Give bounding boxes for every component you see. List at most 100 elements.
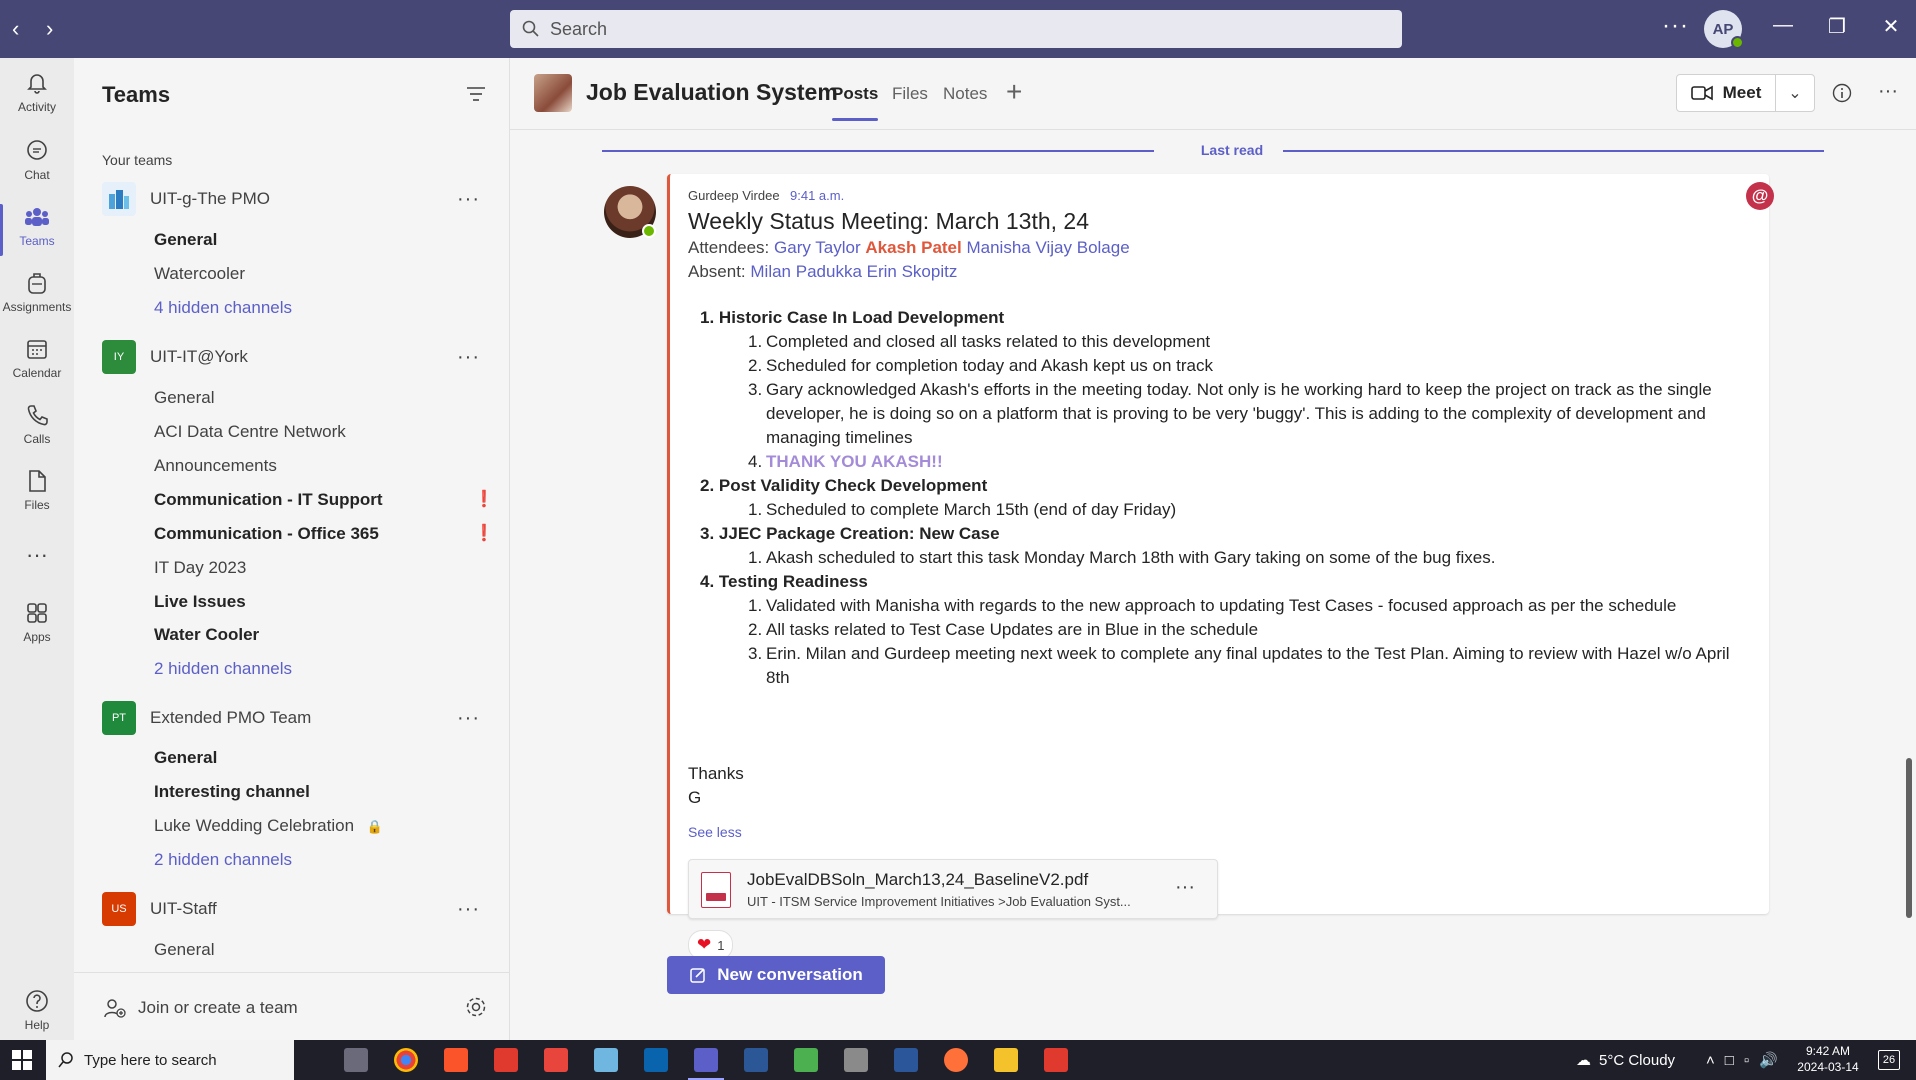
outlook-icon[interactable]: [644, 1048, 668, 1072]
channel-luke-wedding-celebration[interactable]: Luke Wedding Celebration 🔒: [154, 816, 383, 836]
hidden-channels-link[interactable]: 2 hidden channels: [154, 850, 292, 870]
app-icon[interactable]: [744, 1048, 768, 1072]
app-icon[interactable]: [494, 1048, 518, 1072]
attachment-path: UIT - ITSM Service Improvement Initiativ…: [747, 894, 1131, 909]
list-item-text: All tasks related to Test Case Updates a…: [766, 620, 1259, 639]
word-icon[interactable]: [894, 1048, 918, 1072]
rail-assignments[interactable]: Assignments: [0, 270, 74, 314]
search-placeholder: Search: [550, 18, 608, 39]
teams-taskbar-icon[interactable]: [688, 1048, 724, 1080]
rail-calendar[interactable]: Calendar: [0, 336, 74, 380]
gear-icon[interactable]: [464, 995, 488, 1019]
hidden-channels-link[interactable]: 2 hidden channels: [154, 659, 292, 679]
app-icon[interactable]: [1044, 1048, 1068, 1072]
chrome-icon[interactable]: [394, 1048, 418, 1072]
tab-files[interactable]: Files: [892, 84, 928, 104]
post-author[interactable]: Gurdeep Virdee: [688, 188, 780, 203]
channel-general[interactable]: General: [154, 748, 217, 768]
weather-text: 5°C Cloudy: [1599, 1051, 1676, 1069]
rail-apps[interactable]: Apps: [0, 600, 74, 644]
file-explorer-icon[interactable]: [994, 1048, 1018, 1072]
author-avatar[interactable]: [604, 186, 656, 238]
mention-link[interactable]: Erin Skopitz: [867, 262, 958, 281]
closing-thanks: Thanks: [688, 764, 744, 783]
rail-teams[interactable]: Teams: [0, 204, 74, 256]
attachment-card[interactable]: JobEvalDBSoln_March13,24_BaselineV2.pdf …: [688, 859, 1218, 919]
weather-widget[interactable]: ☁ 5°C Cloudy: [1576, 1040, 1675, 1080]
rail-files[interactable]: Files: [0, 468, 74, 512]
channel-more-icon[interactable]: ···: [1878, 80, 1898, 103]
taskbar-clock[interactable]: 9:42 AM 2024-03-14: [1788, 1043, 1868, 1075]
channel-aci-data-centre-network[interactable]: ACI Data Centre Network: [154, 422, 346, 442]
channel-watercooler[interactable]: Watercooler: [154, 264, 245, 284]
channel-live-issues[interactable]: Live Issues: [154, 592, 246, 612]
taskbar-search-input[interactable]: Type here to search: [46, 1040, 294, 1080]
team-more-icon[interactable]: ···: [457, 346, 480, 369]
team-avatar: US: [102, 892, 136, 926]
more-apps-icon[interactable]: ···: [0, 542, 74, 568]
closing-signature: G: [688, 788, 702, 807]
meet-dropdown-chevron-down-icon[interactable]: ⌄: [1775, 74, 1815, 112]
team-uit-staff[interactable]: US UIT-Staff ···: [102, 892, 502, 926]
channel-general[interactable]: General: [154, 940, 214, 960]
team-extended-pmo-team[interactable]: PT Extended PMO Team ···: [102, 701, 502, 735]
mention-link[interactable]: Milan Padukka: [750, 262, 862, 281]
back-icon[interactable]: ‹: [12, 16, 19, 42]
channel-general[interactable]: General: [154, 230, 217, 250]
team-more-icon[interactable]: ···: [457, 898, 480, 921]
user-avatar[interactable]: AP: [1704, 10, 1744, 49]
app-icon[interactable]: [844, 1048, 868, 1072]
hidden-channels-link[interactable]: 4 hidden channels: [154, 298, 292, 318]
team-more-icon[interactable]: ···: [457, 188, 480, 211]
join-or-create-team-button[interactable]: Join or create a team: [104, 997, 298, 1019]
close-icon[interactable]: ✕: [1876, 14, 1906, 39]
filter-icon[interactable]: [466, 86, 486, 102]
firefox-icon[interactable]: [944, 1048, 968, 1072]
app-icon[interactable]: [794, 1048, 818, 1072]
settings-more-icon[interactable]: ···: [1662, 12, 1689, 40]
list-item-text: Validated with Manisha with regards to t…: [766, 596, 1677, 615]
forward-icon[interactable]: ›: [46, 16, 53, 42]
rail-activity[interactable]: Activity: [0, 70, 74, 114]
channel-water-cooler[interactable]: Water Cooler: [154, 625, 259, 645]
team-more-icon[interactable]: ···: [457, 707, 480, 730]
post-card[interactable]: Gurdeep Virdee 9:41 a.m. Weekly Status M…: [667, 174, 1769, 960]
system-tray-icons[interactable]: ˄□▫🔊: [1706, 1040, 1788, 1080]
add-tab-icon[interactable]: +: [1006, 76, 1022, 108]
channel-communication-office-365[interactable]: Communication - Office 365: [154, 524, 379, 544]
rail-calls[interactable]: Calls: [0, 402, 74, 446]
channel-general[interactable]: General: [154, 388, 214, 408]
search-input[interactable]: Search: [510, 10, 1402, 48]
rail-chat[interactable]: Chat: [0, 138, 74, 182]
team-uit-it-york[interactable]: IY UIT-IT@York ···: [102, 340, 502, 374]
tab-posts[interactable]: Posts: [832, 84, 879, 121]
channel-announcements[interactable]: Announcements: [154, 456, 277, 476]
mention-self[interactable]: Akash Patel: [865, 238, 961, 257]
cloud-icon: ☁: [1576, 1052, 1591, 1069]
list-number: 1.: [700, 308, 715, 327]
meet-button[interactable]: Meet: [1676, 74, 1776, 112]
windows-start-icon[interactable]: [12, 1050, 32, 1070]
mention-link[interactable]: Gary Taylor: [774, 238, 861, 257]
task-view-icon[interactable]: [344, 1048, 368, 1072]
restore-icon[interactable]: ❐: [1822, 14, 1852, 39]
app-rail: Activity Chat Teams Assignments Calendar…: [0, 58, 74, 1040]
mention-link[interactable]: Manisha Vijay Bolage: [966, 238, 1129, 257]
team-uit-g-the-pmo[interactable]: UIT-g-The PMO ···: [102, 182, 502, 216]
info-icon[interactable]: [1832, 83, 1852, 103]
rail-help[interactable]: Help: [0, 988, 74, 1032]
section-heading: 2. Post Validity Check Development: [700, 474, 1760, 498]
channel-interesting-channel[interactable]: Interesting channel: [154, 782, 310, 802]
app-icon[interactable]: [594, 1048, 618, 1072]
new-conversation-button[interactable]: New conversation: [667, 956, 885, 994]
channel-communication-it-support[interactable]: Communication - IT Support: [154, 490, 383, 510]
scrollbar-thumb[interactable]: [1906, 758, 1912, 918]
minimize-icon[interactable]: —: [1768, 14, 1798, 37]
see-less-link[interactable]: See less: [688, 824, 742, 840]
notification-center-icon[interactable]: 26: [1878, 1050, 1900, 1070]
brave-icon[interactable]: [444, 1048, 468, 1072]
attachment-more-icon[interactable]: ···: [1175, 876, 1195, 899]
tab-notes[interactable]: Notes: [943, 84, 987, 104]
channel-it-day-2023[interactable]: IT Day 2023: [154, 558, 246, 578]
app-icon[interactable]: [544, 1048, 568, 1072]
